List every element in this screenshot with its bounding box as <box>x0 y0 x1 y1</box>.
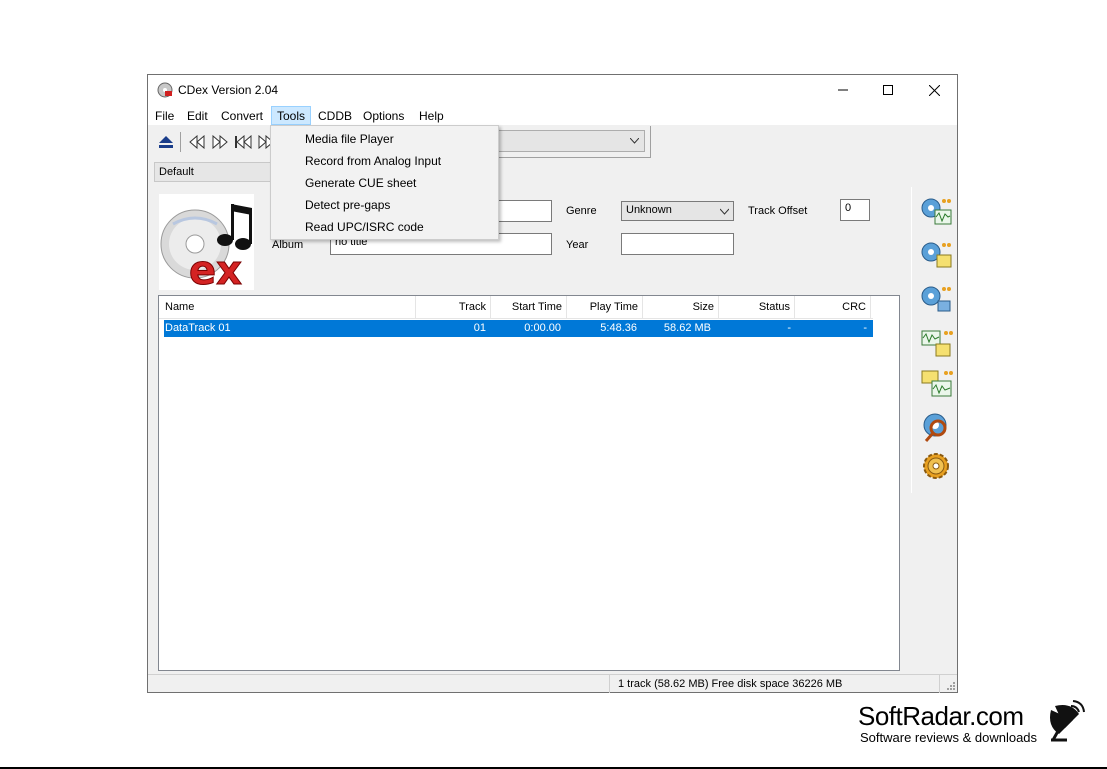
app-window: CDex Version 2.04 File Edit Convert Tool… <box>147 74 958 693</box>
status-divider <box>939 675 940 693</box>
genre-value: Unknown <box>626 204 672 216</box>
wav-to-mp3-icon <box>921 330 953 357</box>
read-cd-info-icon <box>923 413 947 442</box>
track-offset-input[interactable]: 0 <box>840 199 870 221</box>
track-offset-label: Track Offset <box>748 205 808 217</box>
cell-name: DataTrack 01 <box>165 322 231 334</box>
menu-options[interactable]: Options <box>357 106 410 125</box>
year-label: Year <box>566 239 589 251</box>
cell-track: 01 <box>473 322 486 334</box>
mp3-to-wav-icon <box>921 370 953 397</box>
watermark-subtitle: Software reviews & downloads <box>860 730 1038 745</box>
read-cd-info-button[interactable] <box>920 411 954 445</box>
table-row[interactable]: DataTrack 01 01 0:00.00 5:48.36 58.62 MB… <box>164 320 873 337</box>
column-crc[interactable]: CRC <box>795 296 871 319</box>
previous-track-icon <box>235 135 252 149</box>
column-status[interactable]: Status <box>719 296 795 319</box>
tools-dropdown-menu: Media file Player Record from Analog Inp… <box>270 125 499 240</box>
cd-to-wav-icon <box>921 198 952 225</box>
menu-edit[interactable]: Edit <box>181 106 214 125</box>
cd-to-encoded-button[interactable] <box>920 283 954 317</box>
settings-icon <box>923 453 949 479</box>
rewind-icon <box>189 135 205 149</box>
menu-item-generate-cue[interactable]: Generate CUE sheet <box>305 176 416 190</box>
fast-forward-icon <box>212 135 228 149</box>
column-name[interactable]: Name <box>159 296 416 319</box>
cdex-app-icon <box>157 82 173 98</box>
drive-select[interactable] <box>488 130 645 152</box>
column-play-time[interactable]: Play Time <box>567 296 643 319</box>
cell-size: 58.62 MB <box>663 322 711 334</box>
chevron-down-icon <box>720 208 729 215</box>
fast-forward-button[interactable] <box>209 132 231 152</box>
eject-icon <box>159 136 173 148</box>
track-list-header: Name Track Start Time Play Time Size Sta… <box>159 296 873 319</box>
rewind-button[interactable] <box>186 132 208 152</box>
column-start-time[interactable]: Start Time <box>491 296 567 319</box>
maximize-button[interactable] <box>865 75 911 105</box>
mp3-to-wav-button[interactable] <box>920 367 954 401</box>
menu-item-record-analog[interactable]: Record from Analog Input <box>305 154 441 168</box>
cd-to-mp3-button[interactable] <box>920 239 954 273</box>
watermark-title: SoftRadar.com <box>858 701 1024 731</box>
wav-to-mp3-button[interactable] <box>920 327 954 361</box>
cdex-logo: ex <box>159 194 254 295</box>
cell-status: - <box>787 322 791 334</box>
svg-text:ex: ex <box>189 248 242 290</box>
cd-to-encoded-icon <box>921 286 951 312</box>
genre-label: Genre <box>566 205 597 217</box>
tool-sidebar <box>911 187 957 493</box>
minimize-button[interactable] <box>820 75 866 105</box>
resize-grip-icon[interactable] <box>945 680 955 690</box>
status-bar: 1 track (58.62 MB) Free disk space 36226… <box>148 674 957 693</box>
cell-start-time: 0:00.00 <box>524 322 561 334</box>
cell-play-time: 5:48.36 <box>600 322 637 334</box>
close-button[interactable] <box>911 75 957 105</box>
track-list[interactable]: Name Track Start Time Play Time Size Sta… <box>158 295 900 671</box>
column-track[interactable]: Track <box>416 296 491 319</box>
profile-select[interactable]: Default <box>154 162 274 182</box>
menu-file[interactable]: File <box>149 106 180 125</box>
menu-item-read-upc-isrc[interactable]: Read UPC/ISRC code <box>305 220 424 234</box>
close-icon <box>928 84 940 96</box>
menu-convert[interactable]: Convert <box>215 106 269 125</box>
settings-button[interactable] <box>920 449 954 483</box>
minimize-icon <box>838 89 848 91</box>
status-text: 1 track (58.62 MB) Free disk space 36226… <box>609 675 842 693</box>
genre-select[interactable]: Unknown <box>621 201 734 221</box>
window-title: CDex Version 2.04 <box>178 83 279 97</box>
satellite-dish-icon <box>1050 700 1085 742</box>
cell-crc: - <box>863 322 867 334</box>
chevron-down-icon <box>630 138 639 144</box>
menu-item-detect-pregaps[interactable]: Detect pre-gaps <box>305 198 390 212</box>
eject-button[interactable] <box>155 132 177 152</box>
year-input[interactable] <box>621 233 734 255</box>
cd-to-mp3-icon <box>921 242 952 268</box>
title-bar[interactable]: CDex Version 2.04 <box>148 75 957 105</box>
cd-to-wav-button[interactable] <box>920 195 954 229</box>
menu-bar: File Edit Convert Tools CDDB Options Hel… <box>148 105 957 125</box>
toolbar-separator <box>180 132 181 152</box>
menu-item-media-file-player[interactable]: Media file Player <box>305 132 394 146</box>
maximize-icon <box>883 85 893 95</box>
column-size[interactable]: Size <box>643 296 719 319</box>
previous-track-button[interactable] <box>232 132 254 152</box>
menu-cddb[interactable]: CDDB <box>312 106 358 125</box>
album-label: Album <box>272 239 304 251</box>
menu-help[interactable]: Help <box>413 106 450 125</box>
menu-tools[interactable]: Tools <box>271 106 312 125</box>
